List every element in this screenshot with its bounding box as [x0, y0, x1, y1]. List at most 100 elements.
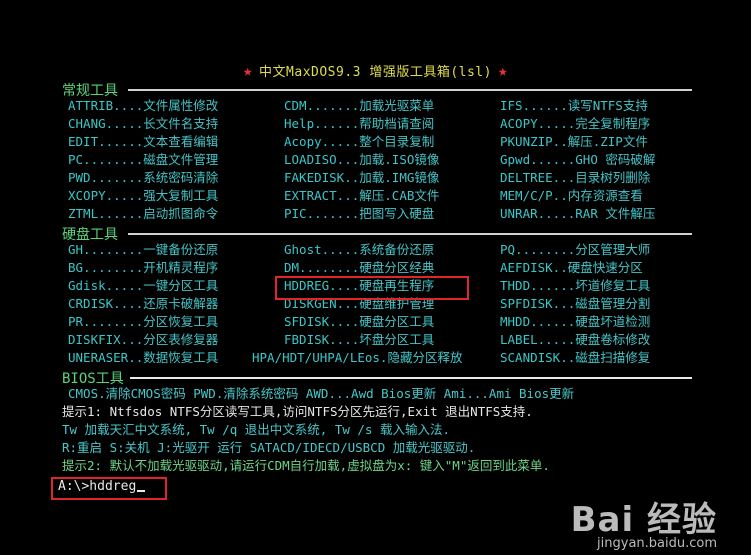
tool-command: Help......: [284, 116, 360, 131]
star-icon: ★: [242, 61, 254, 80]
tool-item[interactable]: PQ........分区管理大师: [500, 241, 650, 259]
tool-item[interactable]: ATTRIB....文件属性修改: [68, 97, 218, 115]
tool-command: FAKEDISK..: [284, 170, 360, 185]
tool-description: 还原卡破解器: [143, 296, 219, 311]
tool-item[interactable]: PWD.......系统密码清除: [68, 169, 218, 187]
tool-item[interactable]: FAKEDISK..加载.IMG镜像: [284, 169, 439, 187]
tool-item[interactable]: EXTRACT...解压.CAB文件: [284, 187, 439, 205]
tool-item[interactable]: DISKFIX...分区表修复器: [68, 331, 218, 349]
divider: [128, 89, 692, 91]
tool-item[interactable]: PIC.......把图写入硬盘: [284, 205, 434, 223]
tool-item[interactable]: Gpwd......GHO 密码破解: [500, 151, 655, 169]
tool-description: 解压.CAB文件: [359, 188, 440, 203]
tool-command: EXTRACT...: [284, 188, 360, 203]
divider: [128, 233, 692, 235]
tool-item[interactable]: Acopy.....整个目录复制: [284, 133, 434, 151]
dos-screen: ★ 中文MaxDOS9.3 增强版工具箱(lsl) ★ 常规工具 ATTRIB...…: [0, 0, 751, 555]
tool-description: 内存资源查看: [567, 188, 643, 203]
tool-command: HPA/HDT/UHPA/LEos.: [252, 350, 388, 365]
tool-item[interactable]: THDD......坏道修复工具: [500, 277, 650, 295]
tool-item[interactable]: CRDISK....还原卡破解器: [68, 295, 218, 313]
tool-command: GH........: [68, 242, 144, 257]
tool-description: 一键备份还原: [143, 242, 219, 257]
tool-command: AEFDISK..: [500, 260, 568, 275]
tool-item[interactable]: PR........分区恢复工具: [68, 313, 218, 331]
star-icon: ★: [497, 61, 509, 80]
tool-item[interactable]: DM........硬盘分区经典: [284, 259, 434, 277]
tool-item[interactable]: SFDISK....硬盘分区工具: [284, 313, 434, 331]
tool-command: PQ........: [500, 242, 576, 257]
tool-command: Gdisk.....: [68, 278, 144, 293]
tool-command: PIC.......: [284, 206, 360, 221]
tool-command: DELTREE...: [500, 170, 576, 185]
tip2-line: 提示2: 默认不加载光驱驱动,请运行CDM自行加载,虚拟盘为x: 键入"M"返回…: [62, 458, 550, 473]
tool-command: ATTRIB....: [68, 98, 144, 113]
command-prompt[interactable]: A:\>hddreg: [58, 479, 146, 494]
tool-description: 帮助档请查阅: [359, 116, 435, 131]
tool-item[interactable]: FBDISK....坏盘分区工具: [284, 331, 434, 349]
tool-item[interactable]: LOADISO...加载.ISO镜像: [284, 151, 439, 169]
tool-item[interactable]: Gdisk.....一键分区工具: [68, 277, 218, 295]
tool-command: Ghost.....: [284, 242, 360, 257]
prompt-text: A:\>hddreg: [58, 479, 137, 494]
tip1-line: 提示1: Ntfsdos NTFS分区读写工具,访问NTFS分区先运行,Exit…: [62, 404, 533, 419]
tool-item[interactable]: LABEL.....硬盘卷标修改: [500, 331, 650, 349]
tool-description: 目录树列删除: [575, 170, 651, 185]
reboot-line: R:重启 S:关机 J:光驱开 运行 SATACD/IDECD/USBCD 加载…: [62, 440, 476, 455]
tool-item[interactable]: SPFDISK...磁盘管理分割: [500, 295, 650, 313]
tool-item[interactable]: XCOPY.....强大复制工具: [68, 187, 218, 205]
tool-command: SCANDISK..: [500, 350, 576, 365]
watermark: Bai 经验 jingyan.baidu.com: [570, 492, 717, 551]
tool-description: 磁盘管理分割: [575, 296, 651, 311]
tool-description: 磁盘文件管理: [143, 152, 219, 167]
tool-item[interactable]: AEFDISK..硬盘快速分区: [500, 259, 643, 277]
tool-description: 分区表修复器: [143, 332, 219, 347]
tool-item[interactable]: Ghost.....系统备份还原: [284, 241, 434, 259]
tool-item[interactable]: HPA/HDT/UHPA/LEos.隐藏分区释放: [252, 349, 462, 367]
tool-description: 硬盘卷标修改: [575, 332, 651, 347]
tool-description: 强大复制工具: [143, 188, 219, 203]
tool-command: PR........: [68, 314, 144, 329]
watermark-brand: Bai 经验: [570, 500, 717, 540]
tool-command: CHANG.....: [68, 116, 144, 131]
tool-description: 系统密码清除: [143, 170, 219, 185]
tool-description: 完全复制程序: [575, 116, 651, 131]
tool-description: 加载.IMG镜像: [359, 170, 440, 185]
divider: [130, 377, 692, 379]
tool-description: 一键分区工具: [143, 278, 219, 293]
tool-command: THDD......: [500, 278, 576, 293]
tool-item[interactable]: PKUNZIP..解压.ZIP文件: [500, 133, 648, 151]
tool-item[interactable]: PC........磁盘文件管理: [68, 151, 218, 169]
tool-command: LABEL.....: [500, 332, 576, 347]
tool-item[interactable]: EDIT......文本查看编辑: [68, 133, 218, 151]
tool-item[interactable]: BG........开机精灵程序: [68, 259, 218, 277]
tool-command: BG........: [68, 260, 144, 275]
tool-description: 磁盘扫描修复: [575, 350, 651, 365]
tool-description: GHO 密码破解: [575, 152, 656, 167]
tool-description: 硬盘坏道检测: [575, 314, 651, 329]
tool-description: 隐藏分区释放: [387, 350, 463, 365]
tool-description: 开机精灵程序: [143, 260, 219, 275]
tool-command: PKUNZIP..: [500, 134, 568, 149]
tool-item[interactable]: CHANG.....长文件名支持: [68, 115, 218, 133]
tool-item[interactable]: UNRAR.....RAR 文件解压: [500, 205, 655, 223]
tool-command: IFS......: [500, 98, 568, 113]
menu-title: ★ 中文MaxDOS9.3 增强版工具箱(lsl) ★: [0, 61, 751, 80]
tool-command: DISKFIX...: [68, 332, 144, 347]
tool-item[interactable]: IFS......读写NTFS支持: [500, 97, 648, 115]
tool-item[interactable]: MHDD......硬盘坏道检测: [500, 313, 650, 331]
tool-item[interactable]: DELTREE...目录树列删除: [500, 169, 650, 187]
hddreg-highlight-box: [275, 276, 469, 300]
tool-item[interactable]: UNERASER..数据恢复工具: [68, 349, 218, 367]
tool-item[interactable]: ACOPY.....完全复制程序: [500, 115, 650, 133]
tool-item[interactable]: SCANDISK..磁盘扫描修复: [500, 349, 650, 367]
tool-item[interactable]: ZTML......启动抓图命令: [68, 205, 218, 223]
tool-description: RAR 文件解压: [575, 206, 656, 221]
tool-description: 解压.ZIP文件: [567, 134, 648, 149]
tool-item[interactable]: MEM/C/P..内存资源查看: [500, 187, 643, 205]
text-cursor: [137, 490, 146, 492]
tool-item[interactable]: CDM.......加载光驱菜单: [284, 97, 434, 115]
tool-item[interactable]: Help......帮助档请查阅: [284, 115, 434, 133]
tool-command: FBDISK....: [284, 332, 360, 347]
tool-item[interactable]: GH........一键备份还原: [68, 241, 218, 259]
